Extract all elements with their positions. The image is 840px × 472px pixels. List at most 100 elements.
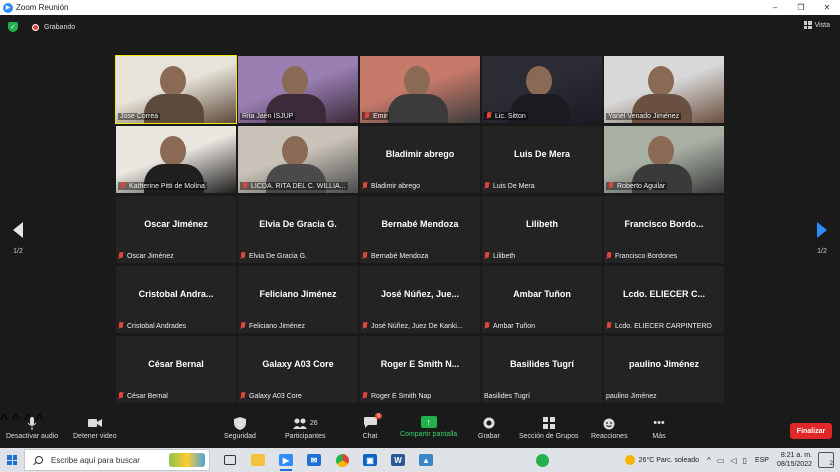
maximize-button[interactable]: ❐	[788, 0, 814, 15]
participant-label-text: Francisco Bordones	[615, 252, 678, 260]
participant-name-label: Roger E Smith Nap	[362, 391, 478, 401]
minimize-button[interactable]: –	[762, 0, 788, 15]
participant-name-label: José Núñez, Juez De Kanki...	[362, 321, 478, 331]
participant-tile[interactable]: Roger E Smith N... Roger E Smith Nap	[360, 336, 480, 403]
participants-icon: 26	[290, 416, 320, 430]
video-label: Detener video	[73, 433, 117, 440]
participant-tile[interactable]: Francisco Bordo... Francisco Bordones	[604, 196, 724, 263]
participant-display-name: Basilides Tugrí	[510, 359, 574, 369]
participant-silhouette	[160, 136, 186, 166]
taskbar-zoom[interactable]: ▶	[272, 448, 300, 472]
participant-tile[interactable]: Basilides Tugrí Basilides Tugrí	[482, 336, 602, 403]
participant-tile[interactable]: César Bernal César Bernal	[116, 336, 236, 403]
participant-tile[interactable]: Rita Jaén ISJUP	[238, 56, 358, 123]
zoom-app-icon: ▶	[3, 2, 13, 13]
participant-tile[interactable]: Elvia De Gracia G. Elvia De Gracia G.	[238, 196, 358, 263]
muted-microphone-icon	[364, 112, 370, 120]
start-button[interactable]	[0, 448, 24, 472]
clock[interactable]: 8:21 a. m. 08/15/2022	[777, 451, 812, 469]
participant-tile[interactable]: Luis De Mera Luis De Mera	[482, 126, 602, 193]
muted-microphone-icon	[608, 182, 614, 190]
participant-tile[interactable]: Ambar Tuñon Ambar Tuñon	[482, 266, 602, 333]
muted-microphone-icon	[362, 182, 368, 190]
participants-button[interactable]: 26 Participantes	[285, 416, 325, 440]
muted-microphone-icon	[484, 252, 490, 260]
participant-label-text: Cristobal Andrades	[127, 322, 187, 330]
battery-icon[interactable]: ▯	[743, 456, 747, 465]
taskbar-search-box[interactable]: Escribe aquí para buscar	[24, 449, 210, 471]
participant-tile[interactable]: Galaxy A03 Core Galaxy A03 Core	[238, 336, 358, 403]
language-indicator[interactable]: ESP	[755, 457, 769, 464]
taskbar-photos[interactable]: ▣	[356, 448, 384, 472]
network-icon[interactable]: ▭	[717, 456, 725, 465]
task-view-button[interactable]	[216, 448, 244, 472]
participant-tile[interactable]: Oscar Jiménez Oscar Jiménez	[116, 196, 236, 263]
close-button[interactable]: ✕	[814, 0, 840, 15]
weather-widget[interactable]: 26°C Parc. soleado	[624, 455, 699, 465]
view-button[interactable]: Vista	[803, 21, 830, 29]
participant-tile[interactable]: Yanel Venado Jiménez	[604, 56, 724, 123]
record-button[interactable]: Grabar	[478, 416, 500, 440]
muted-microphone-icon	[118, 392, 124, 400]
security-button[interactable]: Seguridad	[224, 416, 256, 440]
notifications-button[interactable]: 2	[818, 452, 834, 468]
meeting-toolbar: Desactivar audio ^ Detener video ^ Segur…	[0, 412, 840, 448]
participant-silhouette	[526, 66, 552, 96]
participant-gallery: Jose Correa Rita Jaén ISJUP Emir Lic. Sitto…	[115, 55, 724, 406]
recording-indicator[interactable]: Grabando	[32, 23, 75, 31]
windows-taskbar: Escribe aquí para buscar ▶ ✉ ▣ W ▲ 26°C …	[0, 448, 840, 472]
participant-tile[interactable]: Feliciano Jiménez Feliciano Jiménez	[238, 266, 358, 333]
previous-page-button[interactable]: 1/2	[10, 222, 26, 255]
page-indicator-left: 1/2	[13, 248, 23, 255]
share-screen-button[interactable]: ↑ Compartir pantalla	[400, 416, 457, 438]
participant-label-text: Bladimir abrego	[371, 182, 421, 190]
participant-tile[interactable]: Katherine Pitti de Molina	[116, 126, 236, 193]
participant-name-label: Galaxy A03 Core	[240, 391, 356, 401]
end-meeting-button[interactable]: Finalizar	[790, 423, 832, 439]
participant-silhouette	[404, 66, 430, 96]
participant-tile[interactable]: Emir	[360, 56, 480, 123]
participant-label-text: César Bernal	[127, 392, 168, 400]
participant-label-text: Lcdo. ELIECER CARPINTERO	[615, 322, 712, 330]
stop-video-button[interactable]: Detener video	[73, 416, 117, 440]
zoom-icon: ▶	[279, 454, 293, 466]
chevron-up-icon[interactable]: ^	[707, 456, 711, 465]
mute-button[interactable]: Desactivar audio	[6, 416, 58, 440]
encryption-shield-icon[interactable]: ✓	[8, 22, 18, 32]
participant-tile[interactable]: Jose Correa	[115, 55, 237, 124]
speaker-icon[interactable]: ◁	[730, 456, 736, 465]
breakout-rooms-button[interactable]: Sección de Grupos	[519, 416, 579, 440]
taskbar-file-explorer[interactable]	[244, 448, 272, 472]
taskbar-whatsapp[interactable]	[528, 448, 556, 472]
chat-button[interactable]: 6 Chat	[362, 413, 382, 440]
participant-name-label: Cristobal Andrades	[118, 321, 234, 331]
participant-tile[interactable]: Roberto Aguilar	[604, 126, 724, 193]
participant-tile[interactable]: paulino Jiménez paulino Jiménez	[604, 336, 724, 403]
participant-tile[interactable]: Bladimir abrego Bladimir abrego	[360, 126, 480, 193]
reactions-button[interactable]: Reacciones	[591, 416, 628, 440]
participant-label-text: Yanel Venado Jiménez	[608, 112, 680, 120]
participant-tile[interactable]: Lic. Sitton	[482, 56, 602, 123]
taskbar-mail[interactable]: ✉	[300, 448, 328, 472]
sun-icon	[624, 455, 635, 465]
participant-tile[interactable]: LICDA. RITA DEL C. WILLIA...	[238, 126, 358, 193]
more-button[interactable]: ••• Más	[651, 416, 667, 440]
taskbar-chrome[interactable]	[328, 448, 356, 472]
participant-tile[interactable]: Lilibeth Lilibeth	[482, 196, 602, 263]
participant-name-label: Feliciano Jiménez	[240, 321, 356, 331]
participant-name-label: Elvia De Gracia G.	[240, 251, 356, 261]
next-page-button[interactable]: 1/2	[814, 222, 830, 255]
muted-microphone-icon	[120, 182, 126, 190]
record-icon	[481, 416, 497, 430]
participant-name-label: Lic. Sitton	[484, 111, 600, 121]
participant-tile[interactable]: José Núñez, Jue... José Núñez, Juez De Ka…	[360, 266, 480, 333]
taskbar-pictures[interactable]: ▲	[412, 448, 440, 472]
participant-tile[interactable]: Lcdo. ELIECER C... Lcdo. ELIECER CARPINTE…	[604, 266, 724, 333]
participant-tile[interactable]: Cristobal Andra... Cristobal Andrades	[116, 266, 236, 333]
taskbar-word[interactable]: W	[384, 448, 412, 472]
recording-dot-icon	[32, 23, 39, 31]
participant-tile[interactable]: Bernabé Mendoza Bernabé Mendoza	[360, 196, 480, 263]
muted-microphone-icon	[486, 112, 492, 120]
image-viewer-icon: ▲	[419, 454, 433, 466]
participant-label-text: Elvia De Gracia G.	[249, 252, 307, 260]
